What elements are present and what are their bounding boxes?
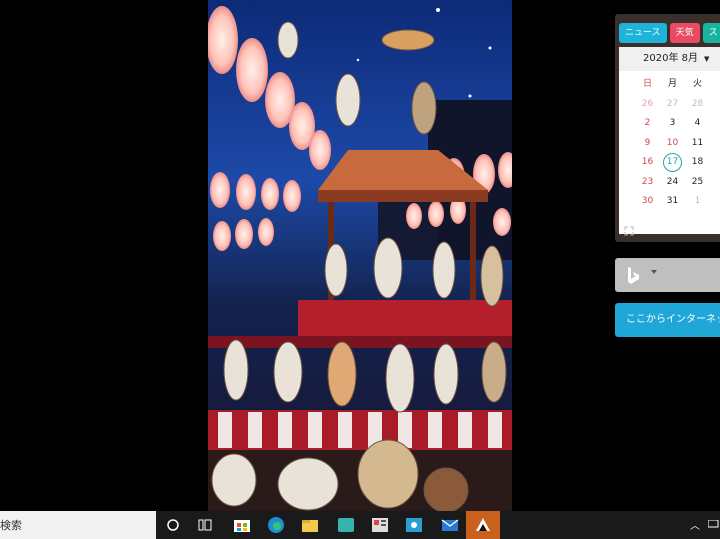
day-cell[interactable]: 23 xyxy=(635,173,660,193)
mail-icon[interactable] xyxy=(440,515,460,535)
weekday-label: 月 xyxy=(667,79,677,89)
news-icon[interactable] xyxy=(370,515,390,535)
week-row: 9 10 11 xyxy=(619,134,720,154)
week-row: 16 17 18 xyxy=(619,153,720,173)
month-label: 2020年 8月 xyxy=(643,53,698,64)
tab-weather[interactable]: 天気 xyxy=(669,23,700,43)
today-marker: 17 xyxy=(663,153,682,172)
desktop: ニュース 天気 ス 2020年 8月 ▼ 日 月 火 26 27 28 2 3 … xyxy=(0,0,720,539)
bing-search-box[interactable] xyxy=(615,258,720,292)
chevron-down-icon: ▼ xyxy=(704,55,710,63)
day-cell[interactable]: 30 xyxy=(635,192,660,212)
photos-icon[interactable] xyxy=(404,515,424,535)
active-app-icon[interactable] xyxy=(466,511,500,539)
calendar-widget: ニュース 天気 ス 2020年 8月 ▼ 日 月 火 26 27 28 2 3 … xyxy=(615,14,720,242)
wallpaper-image xyxy=(208,0,512,511)
chevron-down-icon[interactable] xyxy=(651,270,657,274)
day-cell[interactable]: 25 xyxy=(685,173,710,193)
search-placeholder: 検索 xyxy=(0,519,22,532)
taskbar-search-input[interactable]: 検索 xyxy=(0,511,156,539)
internet-search-button[interactable]: ここからインターネット xyxy=(615,303,720,337)
day-cell[interactable]: 18 xyxy=(685,153,710,173)
taskbar: 検索 ︿ xyxy=(0,511,720,539)
calendar-body: 2020年 8月 ▼ 日 月 火 26 27 28 2 3 4 9 10 11 … xyxy=(619,47,720,234)
task-view-icon[interactable] xyxy=(195,515,215,535)
calendar-grid: 日 月 火 26 27 28 2 3 4 9 10 11 16 17 18 23… xyxy=(619,75,720,212)
bing-icon xyxy=(626,266,640,288)
week-row: 26 27 28 xyxy=(619,95,720,115)
day-cell[interactable]: 2 xyxy=(635,114,660,134)
edge-icon[interactable] xyxy=(266,515,286,535)
day-cell[interactable]: 27 xyxy=(660,95,685,115)
chevron-up-icon[interactable]: ︿ xyxy=(690,517,700,532)
weekday-row: 日 月 火 xyxy=(619,75,720,95)
day-cell[interactable]: 16 xyxy=(635,153,660,173)
week-row: 2 3 4 xyxy=(619,114,720,134)
file-explorer-icon[interactable] xyxy=(300,515,320,535)
app-icon[interactable] xyxy=(336,515,356,535)
day-cell[interactable]: 31 xyxy=(660,192,685,212)
cortana-icon[interactable] xyxy=(163,515,183,535)
day-cell[interactable]: 26 xyxy=(635,95,660,115)
network-icon[interactable] xyxy=(708,520,720,530)
day-cell[interactable]: 28 xyxy=(685,95,710,115)
day-cell[interactable]: 3 xyxy=(660,114,685,134)
tab-news[interactable]: ニュース xyxy=(619,23,667,43)
expand-icon[interactable] xyxy=(624,226,634,239)
week-row: 30 31 1 xyxy=(619,192,720,212)
week-row: 23 24 25 xyxy=(619,173,720,193)
widget-tabs: ニュース 天気 ス xyxy=(619,23,720,43)
weekday-label: 日 xyxy=(642,79,652,89)
day-cell[interactable]: 24 xyxy=(660,173,685,193)
month-selector[interactable]: 2020年 8月 ▼ xyxy=(619,47,720,71)
day-cell[interactable]: 10 xyxy=(660,134,685,154)
day-cell[interactable]: 4 xyxy=(685,114,710,134)
day-cell[interactable]: 1 xyxy=(685,192,710,212)
day-cell-today[interactable]: 17 xyxy=(660,153,685,173)
day-cell[interactable]: 9 xyxy=(635,134,660,154)
day-cell[interactable]: 11 xyxy=(685,134,710,154)
weekday-label: 火 xyxy=(692,79,702,89)
tab-sports[interactable]: ス xyxy=(702,23,720,43)
store-icon[interactable] xyxy=(232,515,252,535)
